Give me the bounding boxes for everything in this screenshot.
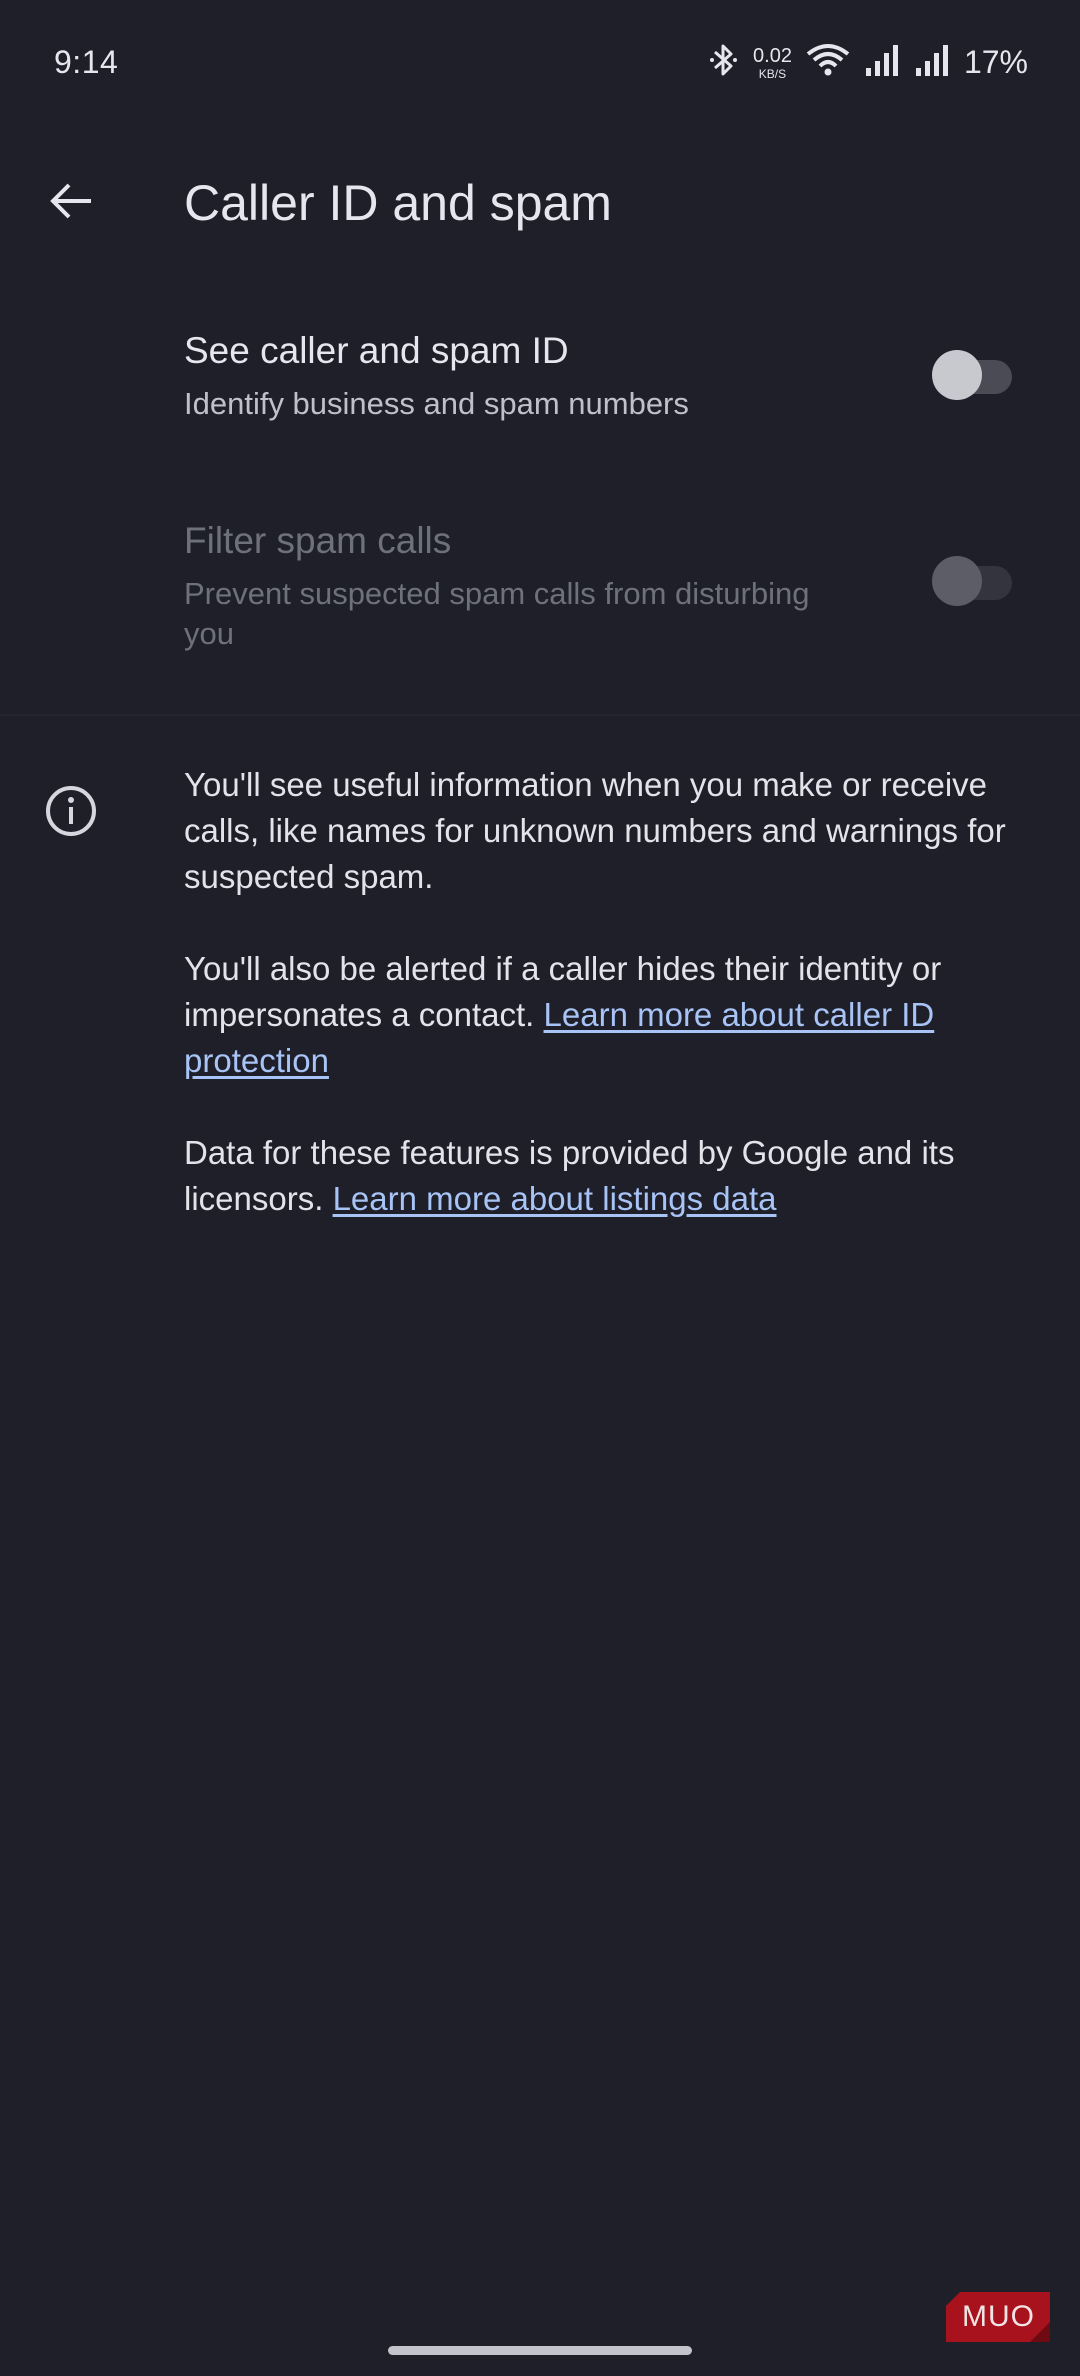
- page-title: Caller ID and spam: [184, 175, 612, 231]
- setting-title: Filter spam calls: [184, 520, 452, 561]
- battery-percent: 17%: [963, 44, 1028, 80]
- status-time: 9:14: [54, 44, 119, 80]
- toggle-thumb: [932, 350, 982, 400]
- setting-see-caller-spam-id[interactable]: See caller and spam ID Identify business…: [0, 316, 1080, 456]
- see-caller-spam-id-toggle[interactable]: [932, 350, 1012, 400]
- status-icons: 0.02 KB/S 17%: [709, 42, 1028, 83]
- setting-subtitle: Prevent suspected spam calls from distur…: [184, 576, 810, 651]
- wifi-icon: [806, 42, 850, 83]
- section-divider: [0, 714, 1080, 716]
- info-paragraph-3: Data for these features is provided by G…: [184, 1130, 1014, 1222]
- arrow-back-icon: [50, 183, 91, 219]
- network-speed-unit: KB/S: [758, 66, 787, 81]
- status-bar: 9:14 0.02 KB/S 17%: [0, 0, 1080, 130]
- info-paragraph-1-text: You'll see useful information when you m…: [184, 766, 1006, 895]
- network-speed: 0.02 KB/S: [753, 46, 792, 80]
- network-speed-value: 0.02: [753, 44, 792, 67]
- signal-icon: [914, 42, 950, 83]
- watermark-text: MUO: [962, 2300, 1035, 2333]
- back-button[interactable]: [40, 170, 102, 232]
- setting-subtitle: Identify business and spam numbers: [184, 386, 689, 421]
- info-paragraph-1: You'll see useful information when you m…: [184, 762, 1014, 900]
- toggle-thumb: [932, 556, 982, 606]
- signal-icon: [864, 42, 900, 83]
- gesture-navigation-bar[interactable]: [388, 2346, 692, 2355]
- learn-more-listings-data-link[interactable]: Learn more about listings data: [333, 1180, 777, 1217]
- setting-title: See caller and spam ID: [184, 330, 569, 371]
- info-icon: [46, 786, 96, 836]
- info-paragraph-2: You'll also be alerted if a caller hides…: [184, 946, 1014, 1084]
- filter-spam-calls-toggle: [932, 556, 1012, 606]
- app-bar: Caller ID and spam: [0, 150, 1080, 250]
- setting-filter-spam-calls: Filter spam calls Prevent suspected spam…: [0, 506, 1080, 676]
- bluetooth-icon: [709, 42, 739, 83]
